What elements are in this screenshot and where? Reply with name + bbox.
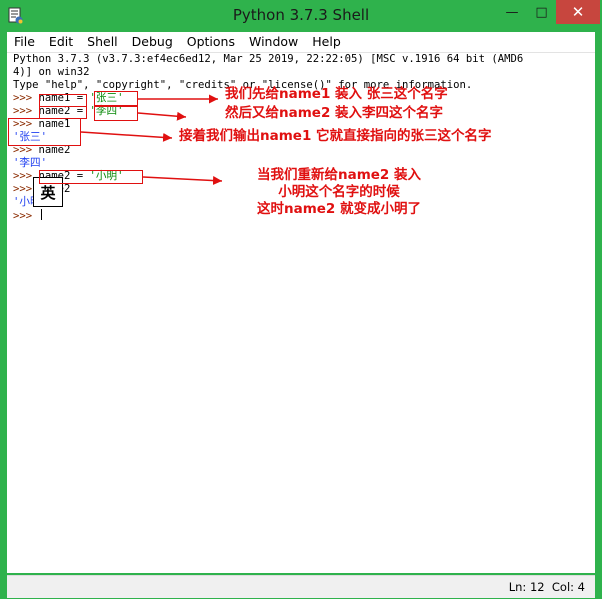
highlight-name2-reassign <box>39 170 143 184</box>
annotation-echo-name1: 接着我们输出name1 它就直接指向的张三这个名字 <box>179 128 492 144</box>
status-bar: Ln: 12 Col: 4 <box>7 575 595 598</box>
menu-window[interactable]: Window <box>242 32 305 52</box>
annotation-name2-assign: 然后又给name2 装入李四这个名字 <box>225 105 444 121</box>
annotation-name2-reassign-line1: 当我们重新给name2 装入 <box>256 167 422 183</box>
prompt: >>> <box>13 105 39 117</box>
idle-shell-window: Python 3.7.3 Shell — □ ✕ File Edit Shell… <box>0 0 602 606</box>
highlight-echo-name1 <box>8 118 81 146</box>
menu-file[interactable]: File <box>7 32 42 52</box>
status-col: Col: 4 <box>551 580 585 594</box>
background-page-edge <box>0 599 602 606</box>
banner-line: 4)] on win32 <box>13 66 90 78</box>
annotation-name2-reassign-line3: 这时name2 就变成小明了 <box>256 201 422 217</box>
annotation-name1-assign: 我们先给name1 装入 张三这个名字 <box>225 86 448 102</box>
prompt: >>> <box>13 92 39 104</box>
menu-help[interactable]: Help <box>305 32 348 52</box>
highlight-lisi-string <box>94 105 138 121</box>
menu-shell[interactable]: Shell <box>80 32 125 52</box>
menu-debug[interactable]: Debug <box>125 32 180 52</box>
menu-edit[interactable]: Edit <box>42 32 80 52</box>
close-button[interactable]: ✕ <box>556 0 600 24</box>
output-value: '李四' <box>13 157 47 169</box>
title-bar[interactable]: Python 3.7.3 Shell — □ ✕ <box>0 0 602 32</box>
status-line: Ln: 12 <box>508 580 545 594</box>
menu-bar: File Edit Shell Debug Options Window Hel… <box>7 32 595 53</box>
annotation-name2-reassign-line2: 小明这个名字的时候 <box>278 184 400 200</box>
cursor-position: Ln: 12 Col: 4 <box>509 580 585 594</box>
maximize-button[interactable]: □ <box>527 0 556 24</box>
text-cursor <box>40 209 42 220</box>
minimize-button[interactable]: — <box>497 0 527 24</box>
banner-line: Python 3.7.3 (v3.7.3:ef4ec6ed12, Mar 25 … <box>13 53 524 65</box>
prompt: >>> <box>13 210 39 222</box>
menu-options[interactable]: Options <box>180 32 242 52</box>
